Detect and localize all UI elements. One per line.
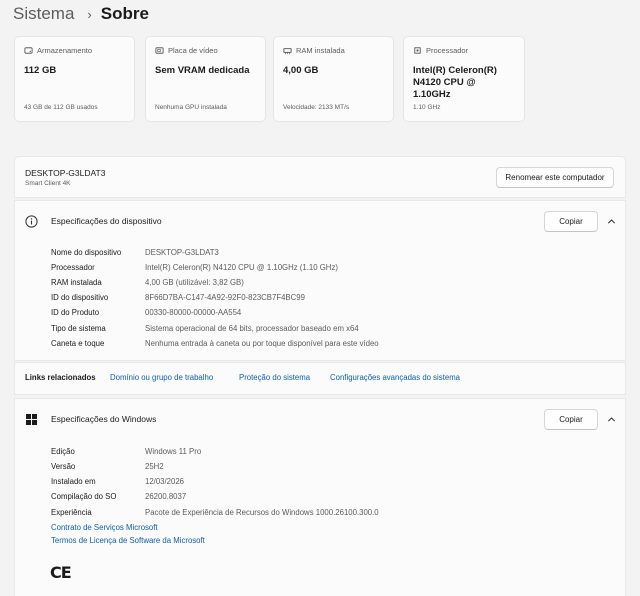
spec-row: Instalado em 12/03/2026 xyxy=(51,474,184,489)
link-system-protection[interactable]: Proteção do sistema xyxy=(239,373,310,382)
spec-label: ID do dispositivo xyxy=(51,293,109,302)
windows-specs-title: Especificações do Windows xyxy=(51,414,157,424)
card-video-label: Placa de vídeo xyxy=(168,45,218,55)
spec-row: Compilação do SO 26200.8037 xyxy=(51,489,186,504)
card-storage[interactable]: Armazenamento 112 GB 43 GB de 112 GB usa… xyxy=(14,36,135,122)
spec-label: Compilação do SO xyxy=(51,492,117,501)
spec-label: Caneta e toque xyxy=(51,339,105,348)
spec-value: 12/03/2026 xyxy=(145,477,185,486)
link-microsoft-services-agreement[interactable]: Contrato de Serviços Microsoft xyxy=(51,523,158,532)
spec-value: 00330-80000-00000-AA554 xyxy=(145,308,242,317)
spec-row: RAM instalada 4,00 GB (utilizável: 3,82 G… xyxy=(51,275,244,290)
device-specs-body: Nome do dispositivo DESKTOP-G3LDAT3 Proce… xyxy=(14,241,626,361)
card-processor-header: Processador xyxy=(413,45,515,55)
card-storage-value: 112 GB xyxy=(24,65,57,76)
spec-value: Intel(R) Celeron(R) N4120 CPU @ 1.10GHz … xyxy=(145,263,338,272)
device-specs-title: Especificações do dispositivo xyxy=(51,216,162,226)
device-specs-header[interactable]: Especificações do dispositivo Copiar xyxy=(14,200,626,242)
info-icon xyxy=(25,215,38,228)
storage-icon xyxy=(24,46,33,54)
spec-label: Tipo de sistema xyxy=(51,324,106,333)
spec-label: Nome do dispositivo xyxy=(51,248,122,257)
spec-row: Versão 25H2 xyxy=(51,459,164,474)
spec-value: Windows 11 Pro xyxy=(145,447,202,456)
ce-mark-icon: CE xyxy=(50,563,72,582)
spec-value: Sistema operacional de 64 bits, processa… xyxy=(145,324,359,333)
device-model: Smart Client 4K xyxy=(25,180,71,187)
related-links-title: Links relacionados xyxy=(25,373,96,382)
link-domain-workgroup[interactable]: Domínio ou grupo de trabalho xyxy=(110,373,213,382)
device-name: DESKTOP-G3LDAT3 xyxy=(25,168,106,178)
card-ram[interactable]: RAM instalada 4,00 GB Velocidade: 2133 M… xyxy=(273,36,394,122)
card-processor-label: Processador xyxy=(426,45,469,55)
card-processor[interactable]: Processador Intel(R) Celeron(R) N4120 CP… xyxy=(403,36,525,122)
card-processor-value: Intel(R) Celeron(R) N4120 CPU @ 1.10GHz xyxy=(413,65,497,100)
spec-value: Pacote de Experiência de Recursos do Win… xyxy=(145,508,379,517)
spec-value: 26200.8037 xyxy=(145,492,187,501)
card-ram-header: RAM instalada xyxy=(283,45,384,55)
card-video-value: Sem VRAM dedicada xyxy=(155,65,250,76)
spec-label: RAM instalada xyxy=(51,278,102,287)
spec-row: ID do dispositivo 8F66D7BA-C147-4A92-92F0… xyxy=(51,290,305,305)
spec-label: Edição xyxy=(51,447,75,456)
spec-row: Caneta e toque Nenhuma entrada à caneta o… xyxy=(51,336,379,351)
spec-value: Nenhuma entrada à caneta ou por toque di… xyxy=(145,339,379,348)
breadcrumb-parent-sistema[interactable]: Sistema xyxy=(13,4,74,24)
spec-row: Processador Intel(R) Celeron(R) N4120 CPU… xyxy=(51,260,338,275)
spec-row: Edição Windows 11 Pro xyxy=(51,444,201,459)
windows-logo-icon xyxy=(26,414,37,425)
device-name-panel: DESKTOP-G3LDAT3 Smart Client 4K Renomear… xyxy=(14,156,626,198)
card-video-sub: Nenhuma GPU instalada xyxy=(155,104,227,111)
chevron-right-icon: › xyxy=(87,6,92,22)
windows-specs-header[interactable]: Especificações do Windows Copiar xyxy=(14,398,626,440)
card-storage-label: Armazenamento xyxy=(37,45,93,55)
spec-value: 8F66D7BA-C147-4A92-92F0-823CB7F4BC99 xyxy=(145,293,305,302)
windows-specs-body: Edição Windows 11 Pro Versão 25H2 Instalad… xyxy=(14,439,626,596)
related-links-bar: Links relacionados Domínio ou grupo de t… xyxy=(14,362,626,395)
spec-label: Versão xyxy=(51,462,76,471)
card-ram-value: 4,00 GB xyxy=(283,65,319,76)
page-title: Sobre xyxy=(100,4,149,23)
link-microsoft-software-license[interactable]: Termos de Licença de Software da Microso… xyxy=(51,536,205,545)
spec-value: 4,00 GB (utilizável: 3,82 GB) xyxy=(145,278,244,287)
card-ram-sub: Velocidade: 2133 MT/s xyxy=(283,104,350,111)
spec-label: Processador xyxy=(51,263,95,272)
rename-computer-button[interactable]: Renomear este computador xyxy=(496,167,614,188)
spec-row: Nome do dispositivo DESKTOP-G3LDAT3 xyxy=(51,245,219,260)
spec-row: Tipo de sistema Sistema operacional de 64… xyxy=(51,321,359,336)
spec-value: DESKTOP-G3LDAT3 xyxy=(145,248,219,257)
spec-label: Experiência xyxy=(51,508,92,517)
spec-value: 25H2 xyxy=(145,462,164,471)
card-storage-header: Armazenamento xyxy=(24,45,125,55)
copy-device-specs-button[interactable]: Copiar xyxy=(544,211,598,232)
processor-icon xyxy=(414,46,421,54)
copy-windows-specs-button[interactable]: Copiar xyxy=(544,409,598,430)
link-advanced-system-settings[interactable]: Configurações avançadas do sistema xyxy=(330,373,460,382)
card-processor-sub: 1.10 GHz xyxy=(413,104,441,111)
chevron-up-icon[interactable] xyxy=(607,217,616,226)
video-card-icon xyxy=(155,46,164,54)
breadcrumb: Sistema › Sobre xyxy=(13,3,149,25)
card-storage-sub: 43 GB de 112 GB usados xyxy=(24,104,98,111)
chevron-up-icon[interactable] xyxy=(607,415,616,424)
spec-label: ID do Produto xyxy=(51,308,100,317)
card-video-header: Placa de vídeo xyxy=(155,45,256,55)
spec-label: Instalado em xyxy=(51,477,96,486)
card-ram-label: RAM instalada xyxy=(296,45,345,55)
ram-icon xyxy=(283,47,292,54)
spec-row: Experiência Pacote de Experiência de Recu… xyxy=(51,505,379,520)
card-video[interactable]: Placa de vídeo Sem VRAM dedicada Nenhuma… xyxy=(145,36,266,122)
spec-row: ID do Produto 00330-80000-00000-AA554 xyxy=(51,305,241,320)
